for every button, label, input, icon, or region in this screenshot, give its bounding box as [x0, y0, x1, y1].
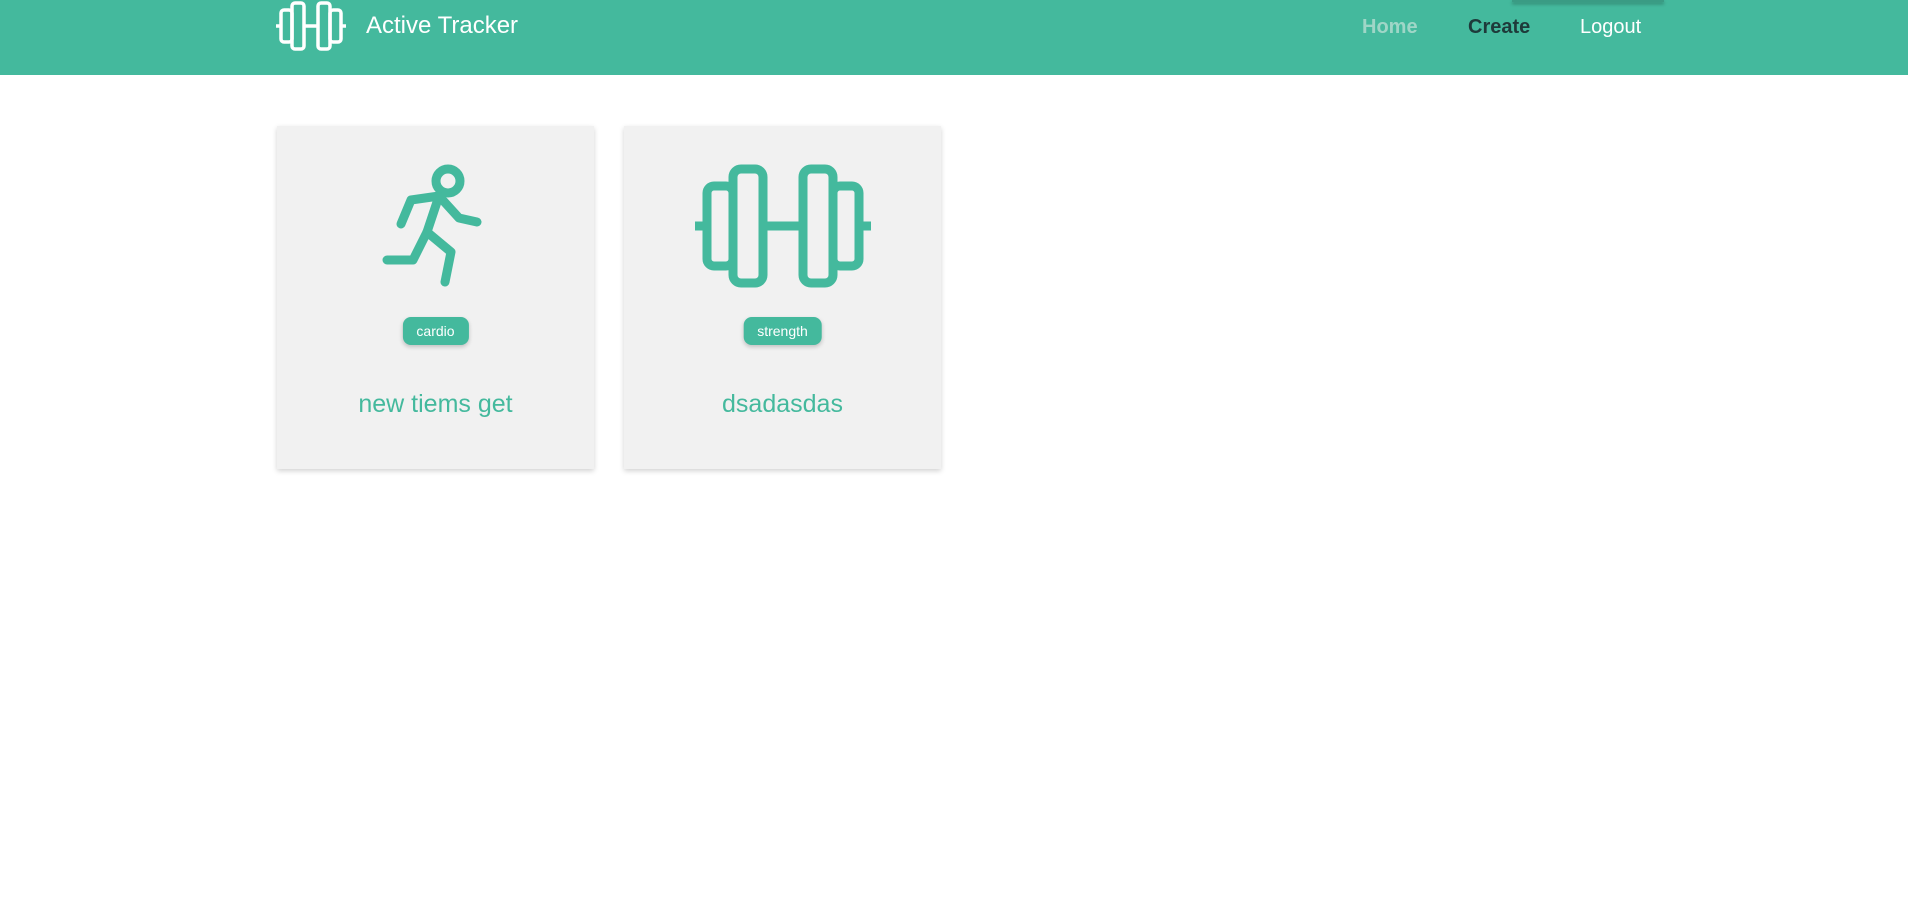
- nav-logout-link[interactable]: Logout: [1580, 16, 1641, 39]
- top-navbar: Active Tracker Home Create Logout: [0, 0, 1908, 75]
- brand-link[interactable]: Active Tracker: [276, 0, 518, 52]
- app-title: Active Tracker: [366, 12, 519, 39]
- workout-card[interactable]: cardio new tiems get: [277, 126, 594, 469]
- category-badge: cardio: [402, 317, 469, 345]
- nav-create-link[interactable]: Create: [1468, 16, 1530, 39]
- dumbbell-icon: [276, 0, 346, 52]
- running-person-icon: [277, 164, 594, 288]
- nav-home-link[interactable]: Home: [1362, 16, 1418, 39]
- category-badge: strength: [743, 317, 822, 345]
- nav-accent-bar: [1512, 0, 1664, 2]
- workout-title: new tiems get: [358, 390, 513, 418]
- dumbbell-icon: [624, 164, 941, 288]
- workout-card[interactable]: strength dsadasdas: [624, 126, 941, 469]
- workout-title: dsadasdas: [722, 390, 843, 418]
